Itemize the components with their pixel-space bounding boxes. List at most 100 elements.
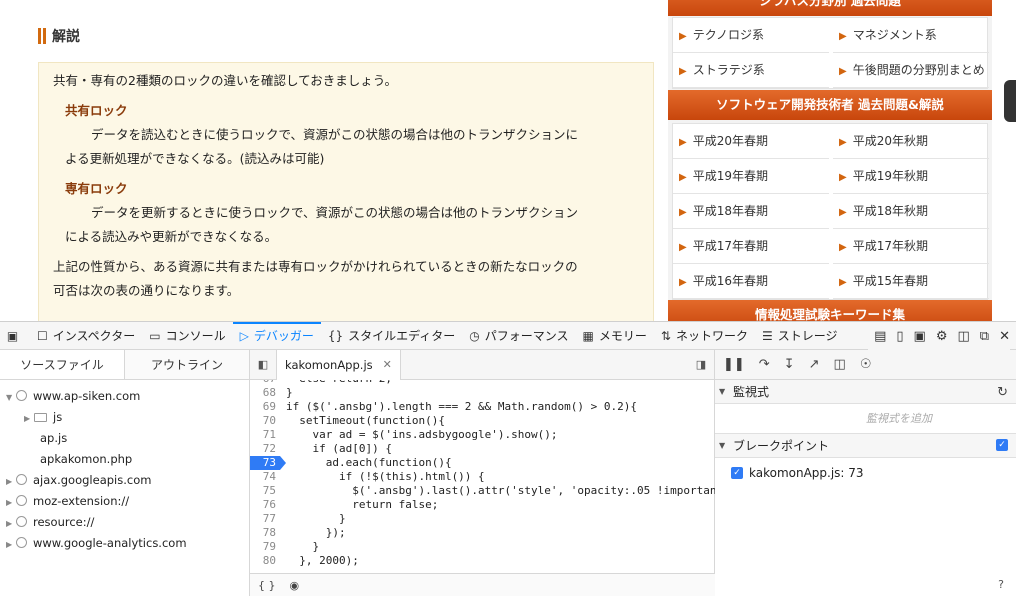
code-line[interactable]: 80 }, 2000); (250, 554, 715, 568)
responsive-mode-icon[interactable]: ▯ (896, 329, 903, 344)
exam-link[interactable]: ▶ 平成15年春期 (833, 264, 989, 299)
sidebar-link[interactable]: ▶ 午後問題の分野別まとめ (833, 53, 989, 88)
source-tree-item[interactable]: ▼ www.ap-siken.com (0, 386, 249, 407)
exam-link[interactable]: ▶ 平成19年秋期 (833, 159, 989, 194)
separate-window-icon[interactable]: ⧉ (980, 329, 989, 344)
overflow-tabs-icon[interactable]: ▤ (874, 329, 886, 344)
breakpoint-checkbox[interactable]: ✓ (731, 467, 743, 479)
watch-expressions-header[interactable]: ▼ 監視式 ↻ (715, 380, 1016, 404)
code-line[interactable]: 75 $('.ansbg').last().attr('style', 'opa… (250, 484, 715, 498)
tab-style-editor[interactable]: {} スタイルエディター (321, 322, 462, 350)
source-tree-item[interactable]: ▶ js (0, 407, 249, 428)
exam-link[interactable]: ▶ 平成20年秋期 (833, 124, 989, 159)
add-watch-expression-input[interactable]: 監視式を追加 (715, 404, 1016, 434)
chevron-down-icon: ▼ (6, 393, 13, 402)
past-exams-banner[interactable]: ソフトウェア開発技術者 過去問題&解説 (668, 90, 992, 120)
pretty-print-button[interactable]: { } (258, 579, 276, 592)
code-line[interactable]: 68} (250, 386, 715, 400)
line-number[interactable]: 70 (250, 414, 280, 428)
step-over-icon[interactable]: ↷ (759, 357, 770, 372)
source-tree-item[interactable]: apkakomon.php (0, 449, 249, 470)
sidebar-link[interactable]: ▶ テクノロジ系 (673, 18, 829, 53)
devtools-toolbar: ▣ ☐ インスペクター ▭ コンソール ▷ デバッガー {} スタイルエディター ◷ パフ… (0, 322, 1016, 350)
code-editor[interactable]: 67 else return 2;68}69if ($('.ansbg').le… (250, 380, 715, 573)
step-in-icon[interactable]: ↧ (784, 357, 795, 372)
tab-label: ストレージ (777, 329, 838, 343)
code-line[interactable]: 74 if (!$(this).html()) { (250, 470, 715, 484)
tab-outline[interactable]: アウトライン (125, 350, 249, 379)
tab-performance[interactable]: ◷ パフォーマンス (462, 322, 575, 350)
line-number[interactable]: 77 (250, 512, 280, 526)
exam-link[interactable]: ▶ 平成17年春期 (673, 229, 829, 264)
line-number[interactable]: 78 (250, 526, 280, 540)
tab-debugger[interactable]: ▷ デバッガー (233, 322, 321, 350)
line-number[interactable]: 80 (250, 554, 280, 568)
memory-icon: ▦ (582, 328, 594, 343)
tab-inspector[interactable]: ☐ インスペクター (30, 322, 142, 350)
tab-memory[interactable]: ▦ メモリー (576, 322, 654, 350)
heading-text: 解説 (52, 29, 80, 45)
line-number[interactable]: 72 (250, 442, 280, 456)
sidebar-link[interactable]: ▶ ストラテジ系 (673, 53, 829, 88)
settings-gear-icon[interactable]: ⚙ (936, 329, 948, 344)
exam-link[interactable]: ▶ 平成20年春期 (673, 124, 829, 159)
exam-link[interactable]: ▶ 平成17年秋期 (833, 229, 989, 264)
element-picker-button[interactable]: ▣ (0, 322, 30, 350)
source-tree-item[interactable]: ▶ ajax.googleapis.com (0, 470, 249, 491)
line-number[interactable]: 74 (250, 470, 280, 484)
sidebar-link[interactable]: ▶ マネジメント系 (833, 18, 989, 53)
exclusive-lock-desc-1: データを更新するときに使うロックで、資源がこの状態の場合は他のトランザクション (91, 205, 579, 220)
breakpoint-line-number[interactable]: 73 (250, 456, 286, 470)
line-number[interactable]: 68 (250, 386, 280, 400)
code-line[interactable]: 78 }); (250, 526, 715, 540)
code-line[interactable]: 77 } (250, 512, 715, 526)
source-tree-item[interactable]: ▶ resource:// (0, 512, 249, 533)
breakpoint-item[interactable]: ✓ kakomonApp.js: 73 (715, 458, 1016, 488)
pause-icon[interactable]: ❚❚ (723, 357, 745, 372)
code-line[interactable]: 70 setTimeout(function(){ (250, 414, 715, 428)
exam-link[interactable]: ▶ 平成18年秋期 (833, 194, 989, 229)
code-line[interactable]: 72 if (ad[0]) { (250, 442, 715, 456)
exam-link[interactable]: ▶ 平成19年春期 (673, 159, 829, 194)
source-tree-item[interactable]: ▶ www.google-analytics.com (0, 533, 249, 554)
code-line[interactable]: 73 ad.each(function(){ (250, 456, 715, 470)
step-out-icon[interactable]: ↗ (809, 357, 820, 372)
line-number[interactable]: 76 (250, 498, 280, 512)
pause-on-exceptions-icon[interactable]: ☉ (860, 357, 872, 372)
deactivate-breakpoints-icon[interactable]: ◫ (834, 357, 846, 372)
line-number[interactable]: 71 (250, 428, 280, 442)
tab-storage[interactable]: ☰ ストレージ (755, 322, 845, 350)
line-number[interactable]: 69 (250, 400, 280, 414)
tab-console[interactable]: ▭ コンソール (142, 322, 232, 350)
code-line[interactable]: 79 } (250, 540, 715, 554)
code-line[interactable]: 69 if ($('.ansbg').length === 2 && Math.r… (250, 400, 715, 414)
exam-link[interactable]: ▶ 平成18年春期 (673, 194, 829, 229)
source-tree-item[interactable]: ap.js (0, 428, 249, 449)
chevron-right-icon: ▶ (6, 540, 13, 549)
syllabus-banner[interactable]: シラバス分野別 過去問題 (668, 0, 992, 16)
file-tab-kakomonapp[interactable]: kakomonApp.js ✕ (276, 349, 401, 380)
code-line[interactable]: 71 var ad = $('ins.adsbygoogle').show(); (250, 428, 715, 442)
close-icon[interactable]: ✕ (999, 329, 1010, 344)
breakpoint-label: kakomonApp.js: 73 (749, 466, 864, 480)
screenshot-icon[interactable]: ▣ (914, 329, 926, 344)
page-edge-handle[interactable] (1004, 80, 1016, 122)
close-tab-icon[interactable]: ✕ (383, 358, 392, 371)
source-tree-item[interactable]: ▶ moz-extension:// (0, 491, 249, 512)
blackbox-eye-icon[interactable]: ◉ (290, 579, 300, 592)
line-number[interactable]: 79 (250, 540, 280, 554)
code-line[interactable]: 76 return false; (250, 498, 715, 512)
tab-network[interactable]: ⇅ ネットワーク (654, 322, 755, 350)
toggle-all-breakpoints-checkbox[interactable]: ✓ (996, 439, 1008, 451)
exam-link[interactable]: ▶ 平成16年春期 (673, 264, 829, 299)
refresh-icon[interactable]: ↻ (997, 385, 1008, 400)
dock-side-icon[interactable]: ◫ (958, 329, 970, 344)
breakpoints-header[interactable]: ▼ ブレークポイント ✓ (715, 434, 1016, 458)
help-button[interactable]: ? (998, 578, 1004, 591)
line-number[interactable]: 75 (250, 484, 280, 498)
link-label: 平成16年春期 (692, 274, 768, 288)
tab-source-files[interactable]: ソースファイル (0, 350, 125, 379)
toggle-sources-pane-icon[interactable]: ◧ (250, 350, 276, 380)
toggle-debug-pane-icon[interactable]: ◨ (688, 350, 714, 380)
keyword-banner[interactable]: 情報処理試験キーワード集 (668, 300, 992, 321)
